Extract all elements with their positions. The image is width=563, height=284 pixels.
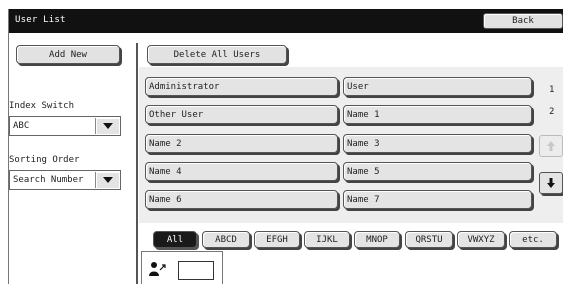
sorting-order-label: Sorting Order (9, 155, 80, 165)
user-entry-name-1[interactable]: Name 1 (343, 105, 532, 124)
user-number-field[interactable] (178, 261, 214, 280)
user-entry-name-3[interactable]: Name 3 (343, 134, 532, 153)
sorting-order-select[interactable]: Search Number (9, 170, 121, 190)
user-entry-name-2[interactable]: Name 2 (145, 134, 338, 153)
triangle-down-icon (102, 123, 113, 129)
sorting-order-dropdown-button[interactable] (95, 172, 119, 188)
user-entry-administrator[interactable]: Administrator (145, 77, 338, 96)
back-button[interactable]: Back (483, 13, 563, 29)
vertical-divider (136, 43, 138, 284)
index-bar: All ABCD EFGH IJKL MNOP QRSTU VWXYZ etc. (139, 223, 563, 284)
index-switch-label: Index Switch (9, 101, 75, 111)
index-switch-select[interactable]: ABC (9, 116, 121, 136)
triangle-down-icon (102, 177, 113, 183)
user-entry-name-4[interactable]: Name 4 (145, 162, 338, 181)
user-number-icon[interactable] (149, 261, 167, 277)
index-tab-etc[interactable]: etc. (509, 231, 557, 248)
user-number-box (141, 251, 223, 284)
index-switch-value: ABC (13, 121, 30, 131)
index-tab-abcd[interactable]: ABCD (202, 231, 250, 248)
add-new-button[interactable]: Add New (16, 45, 120, 64)
title-bar: User List Back (9, 9, 563, 33)
index-tab-efgh[interactable]: EFGH (254, 231, 300, 248)
window-title: User List (15, 15, 66, 25)
page-current: 1 (549, 85, 555, 95)
page-total: 2 (549, 107, 555, 117)
index-tab-vwxyz[interactable]: VWXYZ (457, 231, 505, 248)
index-tab-ijkl[interactable]: IJKL (304, 231, 350, 248)
sorting-order-value: Search Number (13, 175, 84, 185)
arrow-up-icon (547, 141, 555, 151)
scroll-down-button[interactable] (539, 172, 563, 194)
index-tab-qrstu[interactable]: QRSTU (405, 231, 453, 248)
user-entry-name-7[interactable]: Name 7 (343, 190, 532, 209)
index-switch-dropdown-button[interactable] (95, 118, 119, 134)
index-tab-all[interactable]: All (153, 231, 197, 248)
user-entry-name-5[interactable]: Name 5 (343, 162, 532, 181)
user-list-panel: User List Back Add New Index Switch ABC … (8, 9, 563, 284)
user-entry-user[interactable]: User (343, 77, 532, 96)
user-entry-name-6[interactable]: Name 6 (145, 190, 338, 209)
scroll-up-button[interactable] (539, 135, 563, 157)
delete-all-users-button[interactable]: Delete All Users (147, 45, 287, 64)
user-entry-other-user[interactable]: Other User (145, 105, 338, 124)
index-tab-mnop[interactable]: MNOP (354, 231, 400, 248)
arrow-down-icon (547, 178, 555, 188)
